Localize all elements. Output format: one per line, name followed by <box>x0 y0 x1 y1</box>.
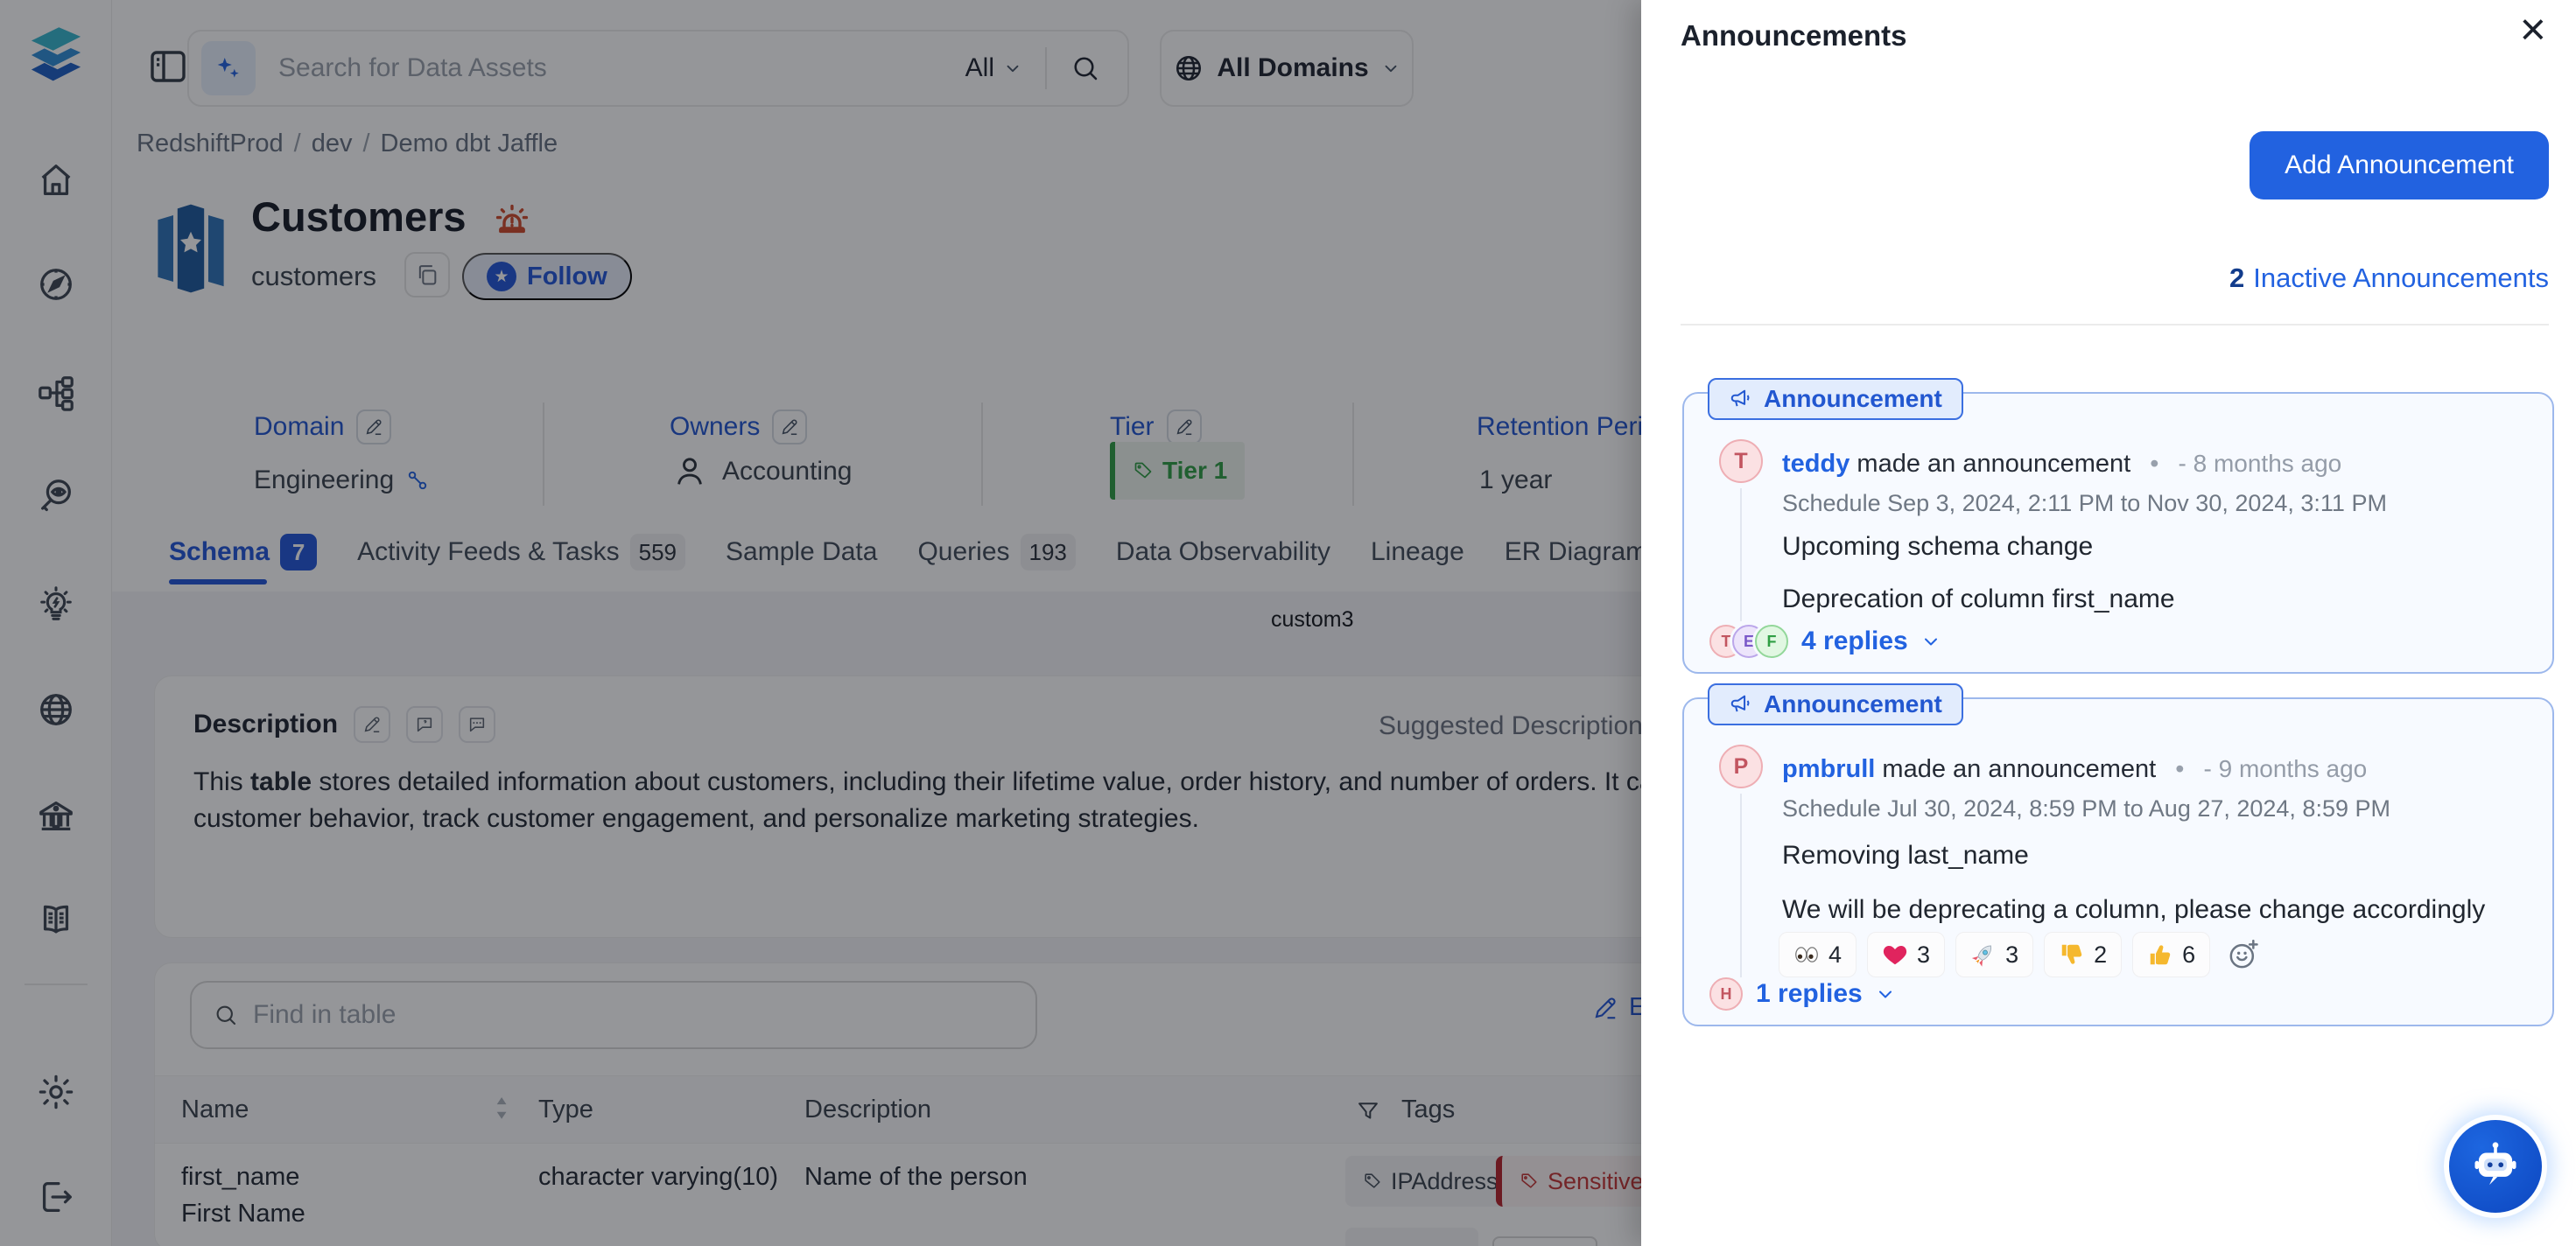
robot-icon <box>2468 1139 2523 1194</box>
eyes-emoji-icon <box>1793 942 1820 968</box>
announcement-meta: pmbrull made an announcement • - 9 month… <box>1782 755 2367 784</box>
announcement-card: T teddy made an announcement • - 8 month… <box>1682 392 2554 674</box>
panel-divider <box>1681 324 2549 326</box>
add-announcement-button[interactable]: Add Announcement <box>2250 131 2549 200</box>
chevron-down-icon <box>1920 631 1941 652</box>
timestamp: - 9 months ago <box>2203 755 2367 782</box>
replies-toggle[interactable]: 4 replies <box>1801 626 1941 656</box>
add-reaction-smiley-icon <box>2226 937 2261 972</box>
announcement-badge: Announcement <box>1708 378 1963 420</box>
announcement-badge: Announcement <box>1708 683 1963 725</box>
schedule-text: Schedule Jul 30, 2024, 8:59 PM to Aug 27… <box>1782 795 2390 822</box>
thread-line <box>1740 794 1742 977</box>
reaction-eyes[interactable]: 4 <box>1779 932 1857 977</box>
thread-line <box>1740 488 1742 621</box>
avatar: P <box>1719 745 1763 788</box>
timestamp: - 8 months ago <box>2178 450 2341 477</box>
reactions-row: 4 3 3 2 6 <box>1779 932 2261 977</box>
reaction-thumbs-down[interactable]: 2 <box>2044 932 2122 977</box>
panel-title: Announcements <box>1681 19 1907 52</box>
announcement-body: We will be deprecating a column, please … <box>1782 895 2485 925</box>
heart-emoji-icon <box>1882 942 1908 968</box>
inactive-count: 2 <box>2229 262 2244 293</box>
chatbot-button[interactable] <box>2449 1120 2542 1213</box>
announcement-body: Deprecation of column first_name <box>1782 584 2175 614</box>
reaction-thumbs-up[interactable]: 6 <box>2132 932 2210 977</box>
add-reaction-button[interactable] <box>2226 937 2261 972</box>
thumbs-down-emoji-icon <box>2059 942 2085 968</box>
announcement-meta: teddy made an announcement • - 8 months … <box>1782 450 2341 479</box>
thumbs-up-emoji-icon <box>2147 942 2173 968</box>
megaphone-icon <box>1729 387 1753 411</box>
avatar: T <box>1719 439 1763 483</box>
app-root: All All Domains RedshiftProd/dev/Demo db… <box>0 0 2576 1246</box>
announcement-title: Removing last_name <box>1782 841 2029 871</box>
announcements-panel: Announcements × Add Announcement 2Inacti… <box>1641 0 2576 1246</box>
chevron-down-icon <box>1875 984 1896 1004</box>
author-link[interactable]: teddy <box>1782 450 1850 478</box>
rocket-emoji-icon <box>1970 942 1997 968</box>
schedule-text: Schedule Sep 3, 2024, 2:11 PM to Nov 30,… <box>1782 490 2387 517</box>
announcement-card: P pmbrull made an announcement • - 9 mon… <box>1682 697 2554 1026</box>
inactive-announcements-link[interactable]: 2Inactive Announcements <box>2229 262 2549 294</box>
reaction-rocket[interactable]: 3 <box>1955 932 2033 977</box>
close-icon[interactable]: × <box>2520 7 2546 52</box>
author-link[interactable]: pmbrull <box>1782 755 1875 783</box>
reply-avatar: H <box>1709 977 1743 1011</box>
reply-avatar: F <box>1755 625 1788 658</box>
announcement-title: Upcoming schema change <box>1782 532 2093 562</box>
reaction-heart[interactable]: 3 <box>1867 932 1945 977</box>
megaphone-icon <box>1729 692 1753 717</box>
replies-toggle[interactable]: 1 replies <box>1756 979 1896 1009</box>
